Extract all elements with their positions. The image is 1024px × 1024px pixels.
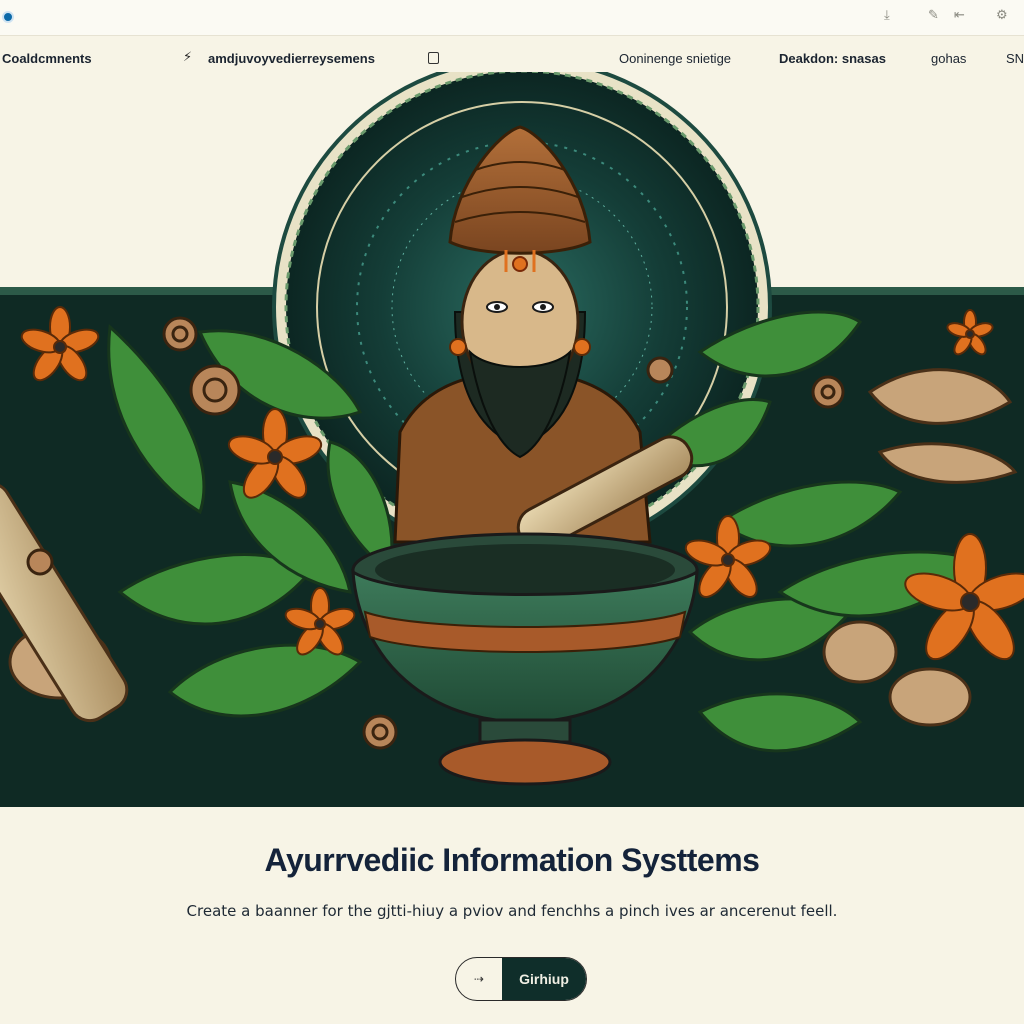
github-button-label: Girhiup xyxy=(519,971,569,987)
edit-icon[interactable]: ✎ xyxy=(928,8,939,23)
download-icon[interactable]: ⤓ xyxy=(884,8,890,23)
settings-icon[interactable]: ⚙ xyxy=(996,8,1008,23)
nav-link-4[interactable]: SN xyxy=(1006,51,1024,66)
run-icon[interactable]: ⚡ xyxy=(183,50,192,65)
github-button[interactable]: Girhiup xyxy=(502,958,586,1000)
doc-icon[interactable] xyxy=(428,52,439,64)
nav-link-3[interactable]: gohas xyxy=(931,51,966,66)
nav-repo-name[interactable]: amdjuvoyvedierreysemens xyxy=(208,51,375,66)
hero-illustration xyxy=(0,72,1024,832)
cta-secondary-button[interactable]: ⇢ xyxy=(456,958,502,1000)
brand-logo[interactable]: Coaldcmnents xyxy=(2,51,92,66)
arrow-icon: ⇢ xyxy=(473,972,485,986)
cta-button-group: ⇢ Girhiup xyxy=(455,957,587,1001)
browser-logo-icon[interactable] xyxy=(2,11,14,23)
back-icon[interactable]: ⇤ xyxy=(954,8,965,23)
page-title: Ayurrvediic Information Systtems xyxy=(264,842,760,878)
page-description: Create a baanner for the gjtti-hiuy a pv… xyxy=(186,902,838,920)
nav-link-1[interactable]: Ooninenge snietige xyxy=(619,51,731,66)
browser-chrome: ⤓ ✎ ⇤ ⚙ xyxy=(0,0,1024,36)
nav-link-2[interactable]: Deakdon: snasas xyxy=(779,51,886,66)
